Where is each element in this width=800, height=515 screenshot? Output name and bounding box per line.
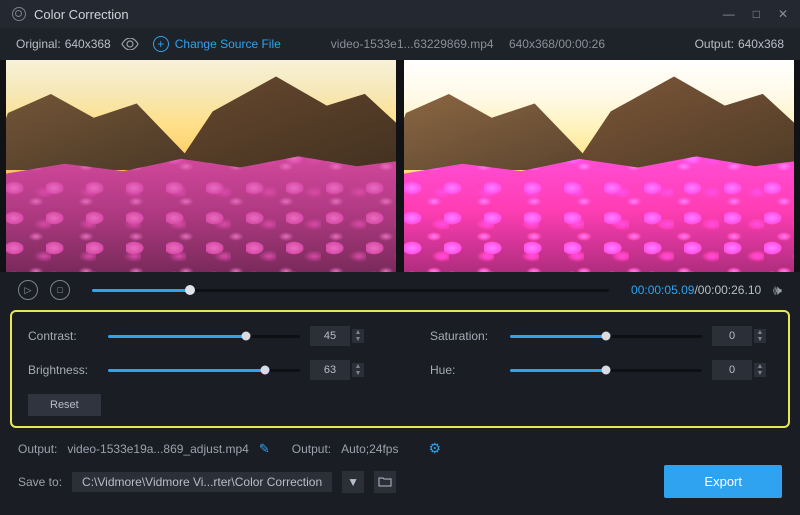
source-bar: Original: 640x368 + Change Source File v… [0, 28, 800, 60]
output-format-value: Auto;24fps [341, 442, 398, 456]
open-folder-button[interactable] [374, 471, 396, 493]
contrast-spinner[interactable]: ▲▼ [310, 326, 370, 346]
maximize-button[interactable]: □ [753, 7, 760, 21]
edit-filename-icon[interactable]: ✎ [259, 441, 270, 457]
path-dropdown-button[interactable]: ▼ [342, 471, 364, 493]
saturation-up[interactable]: ▲ [754, 329, 766, 336]
plus-icon: + [153, 36, 169, 52]
preview-original [6, 60, 396, 272]
preview-adjusted [404, 60, 794, 272]
timeline-thumb[interactable] [185, 285, 195, 295]
contrast-down[interactable]: ▼ [352, 336, 364, 343]
total-time: /00:00:26.10 [694, 283, 761, 297]
settings-icon[interactable]: ⚙ [428, 440, 441, 457]
hue-label: Hue: [430, 363, 500, 377]
contrast-input[interactable] [310, 326, 350, 346]
output-label: Output: [695, 37, 734, 51]
hue-up[interactable]: ▲ [754, 363, 766, 370]
saturation-spinner[interactable]: ▲▼ [712, 326, 772, 346]
play-button[interactable]: ▷ [18, 280, 38, 300]
save-to-label: Save to: [18, 475, 62, 489]
original-label: Original: [16, 37, 61, 51]
reset-button[interactable]: Reset [28, 394, 101, 416]
timeline-slider[interactable] [92, 289, 609, 292]
transport-bar: ▷ □ 00:00:05.09/00:00:26.10 🕪 [0, 272, 800, 308]
brightness-label: Brightness: [28, 363, 98, 377]
timeline-fill [92, 289, 190, 292]
save-path: C:\Vidmore\Vidmore Vi...rter\Color Corre… [72, 472, 332, 492]
contrast-up[interactable]: ▲ [352, 329, 364, 336]
app-logo-icon [12, 7, 26, 21]
brightness-spinner[interactable]: ▲▼ [310, 360, 370, 380]
preview-area [0, 60, 800, 272]
output-dimensions: 640x368 [738, 37, 784, 51]
window-title: Color Correction [34, 7, 723, 22]
color-controls-panel: Contrast: ▲▼ Saturation: ▲▼ Brightness: … [10, 310, 790, 428]
output-file-label: Output: [18, 442, 57, 456]
output-format-label: Output: [292, 442, 331, 456]
brightness-slider[interactable] [108, 369, 300, 372]
save-row: Save to: C:\Vidmore\Vidmore Vi...rter\Co… [0, 461, 800, 502]
brightness-down[interactable]: ▼ [352, 370, 364, 377]
saturation-label: Saturation: [430, 329, 500, 343]
output-row: Output: video-1533e19a...869_adjust.mp4 … [0, 436, 800, 461]
minimize-button[interactable]: — [723, 7, 735, 21]
brightness-input[interactable] [310, 360, 350, 380]
export-button[interactable]: Export [664, 465, 782, 498]
saturation-input[interactable] [712, 326, 752, 346]
contrast-slider[interactable] [108, 335, 300, 338]
titlebar: Color Correction — □ ✕ [0, 0, 800, 28]
source-filename: video-1533e1...63229869.mp4 [331, 37, 494, 51]
hue-down[interactable]: ▼ [754, 370, 766, 377]
hue-slider[interactable] [510, 369, 702, 372]
original-dimensions: 640x368 [65, 37, 111, 51]
brightness-up[interactable]: ▲ [352, 363, 364, 370]
close-button[interactable]: ✕ [778, 7, 788, 21]
preview-toggle-icon[interactable] [121, 38, 139, 50]
saturation-slider[interactable] [510, 335, 702, 338]
stop-button[interactable]: □ [50, 280, 70, 300]
change-source-label: Change Source File [175, 37, 281, 51]
hue-spinner[interactable]: ▲▼ [712, 360, 772, 380]
saturation-down[interactable]: ▼ [754, 336, 766, 343]
change-source-button[interactable]: + Change Source File [153, 36, 281, 52]
source-meta: 640x368/00:00:26 [509, 37, 605, 51]
contrast-label: Contrast: [28, 329, 98, 343]
time-display: 00:00:05.09/00:00:26.10 [631, 283, 761, 297]
volume-icon[interactable]: 🕪 [773, 282, 782, 299]
current-time: 00:00:05.09 [631, 283, 694, 297]
output-filename: video-1533e19a...869_adjust.mp4 [67, 442, 248, 456]
hue-input[interactable] [712, 360, 752, 380]
